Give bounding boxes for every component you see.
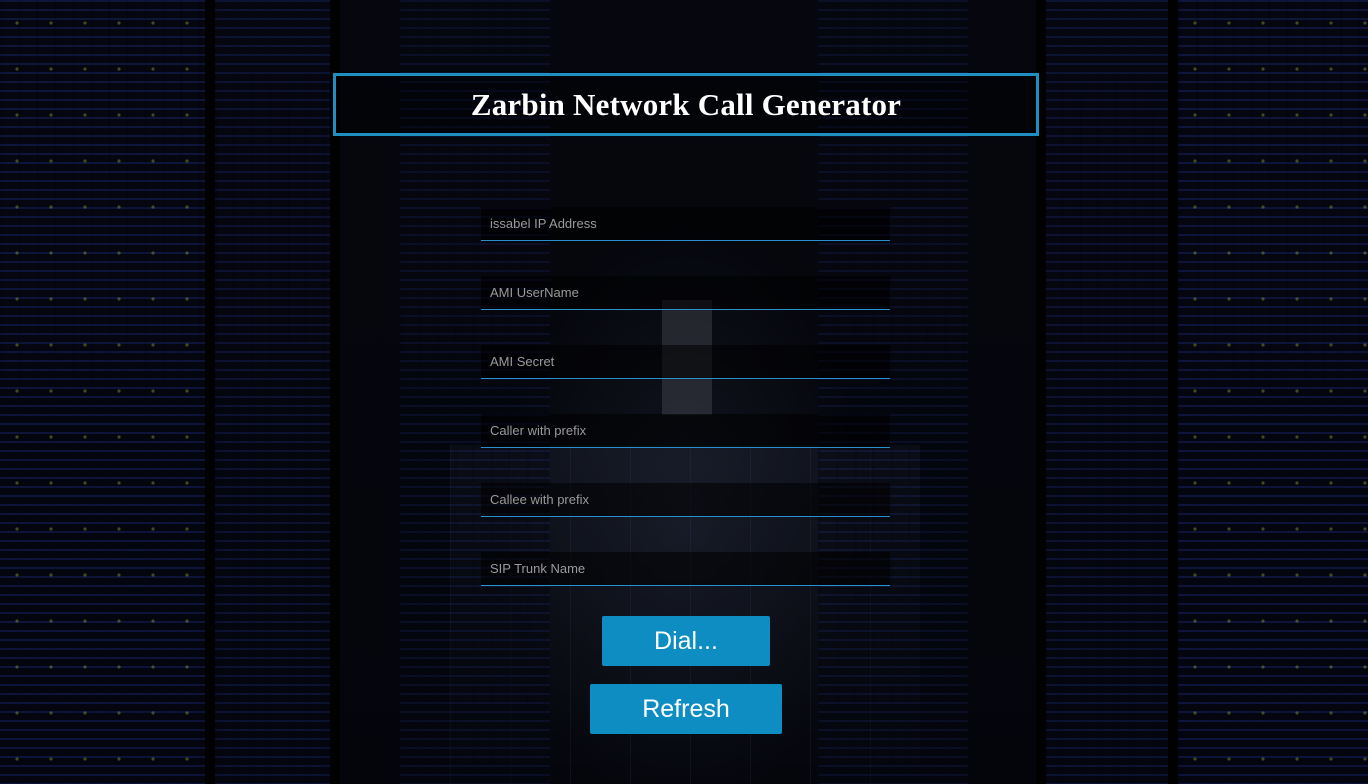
page-title: Zarbin Network Call Generator (470, 86, 902, 122)
call-form (481, 207, 890, 621)
ami-username-input[interactable] (481, 276, 890, 309)
dial-button[interactable]: Dial... (602, 616, 770, 666)
ami-secret-input[interactable] (481, 345, 890, 378)
page-title-box: Zarbin Network Call Generator (333, 73, 1039, 136)
caller-input[interactable] (481, 414, 890, 447)
ami-secret-field (481, 345, 890, 379)
callee-input[interactable] (481, 483, 890, 516)
ami-username-field (481, 276, 890, 310)
issabel-ip-field (481, 207, 890, 241)
caller-field (481, 414, 890, 448)
callee-field (481, 483, 890, 517)
refresh-button[interactable]: Refresh (590, 684, 782, 734)
call-generator-page: Zarbin Network Call Generator Dial... Re… (0, 0, 1368, 784)
issabel-ip-input[interactable] (481, 207, 890, 240)
sip-trunk-input[interactable] (481, 552, 890, 585)
sip-trunk-field (481, 552, 890, 586)
